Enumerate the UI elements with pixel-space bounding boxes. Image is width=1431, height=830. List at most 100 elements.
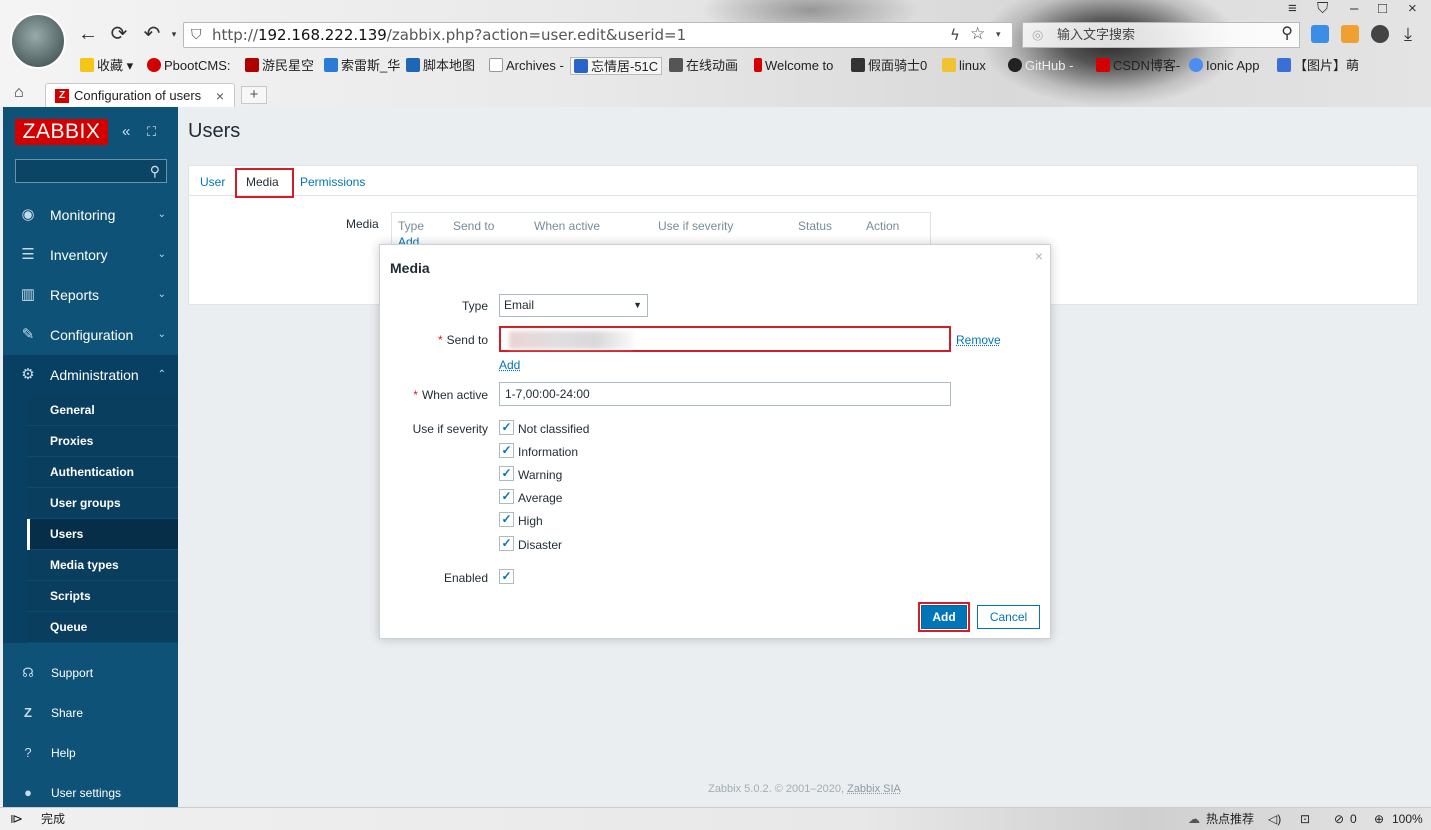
menu-icon[interactable]: ≡: [1288, 0, 1297, 18]
submenu-queue[interactable]: Queue: [27, 612, 178, 643]
enabled-checkbox[interactable]: ✓: [499, 569, 514, 584]
severity-option-label: Not classified: [518, 422, 590, 436]
undo-icon[interactable]: ↶: [140, 22, 164, 46]
browser-tab[interactable]: Z Configuration of users ×: [45, 83, 235, 107]
page-icon: [489, 58, 503, 72]
bookmark-item[interactable]: 【图片】萌: [1277, 57, 1359, 75]
back-icon[interactable]: ←: [76, 22, 100, 46]
zabbix-favicon-icon: Z: [55, 89, 69, 103]
bookmark-item[interactable]: GitHub -: [1008, 57, 1073, 75]
extension-icon[interactable]: [1341, 25, 1359, 43]
home-icon[interactable]: ⌂: [14, 84, 24, 102]
bookmark-favorites[interactable]: 收藏 ▾: [80, 57, 133, 75]
severity-warning-checkbox[interactable]: ✓: [499, 466, 514, 481]
bookmark-item[interactable]: linux: [942, 57, 986, 75]
screenshot-icon[interactable]: ⊡: [1300, 808, 1310, 830]
submenu-media-types[interactable]: Media types: [27, 550, 178, 581]
list-icon: ☰: [21, 246, 35, 263]
menu-reports[interactable]: ▥ Reports ⌄: [3, 275, 178, 315]
menu-help[interactable]: ? Help: [3, 733, 178, 773]
add-button[interactable]: Add: [921, 605, 967, 629]
zabbix-sia-link[interactable]: Zabbix SIA: [847, 783, 901, 795]
hot-news-link[interactable]: 热点推荐: [1206, 808, 1254, 830]
submenu-users[interactable]: Users: [27, 519, 178, 550]
severity-not-classified-checkbox[interactable]: ✓: [499, 420, 514, 435]
bookmark-item[interactable]: 忘情居-51C: [570, 57, 663, 75]
submenu-scripts[interactable]: Scripts: [27, 581, 178, 612]
submenu-authentication[interactable]: Authentication: [27, 457, 178, 488]
menu-support[interactable]: ☊ Support: [3, 653, 178, 693]
menu-label: Share: [51, 706, 84, 720]
menu-label: Configuration: [50, 327, 134, 343]
bookmark-item[interactable]: 游民星空: [245, 57, 314, 75]
address-bar[interactable]: ⛉ http://192.168.222.139/zabbix.php?acti…: [183, 22, 1013, 48]
collapse-sidebar-icon[interactable]: «: [122, 123, 130, 140]
kiosk-mode-icon[interactable]: ⛶: [147, 124, 156, 140]
shield-icon: ⛉: [191, 27, 202, 43]
bookmark-favicon: [574, 59, 588, 73]
bookmark-item[interactable]: CSDN博客-: [1096, 57, 1180, 75]
column-header: When active: [534, 219, 601, 233]
close-icon[interactable]: ×: [1035, 248, 1043, 264]
url-scheme: http://: [212, 26, 258, 44]
bookmark-item[interactable]: 假面骑士0: [851, 57, 927, 75]
tab-title: Configuration of users: [74, 88, 202, 103]
minimize-icon[interactable]: –: [1350, 0, 1358, 18]
zoom-icon[interactable]: ⊕: [1374, 808, 1384, 830]
zoom-level[interactable]: 100%: [1392, 808, 1423, 830]
tab-user[interactable]: User: [200, 175, 225, 189]
close-tab-icon[interactable]: ×: [216, 84, 224, 107]
menu-dots-icon[interactable]: [1371, 25, 1389, 43]
bookmark-item[interactable]: Archives -: [489, 57, 564, 75]
type-select[interactable]: Email ▼: [499, 294, 648, 317]
add-send-to-link[interactable]: Add: [499, 358, 520, 372]
menu-monitoring[interactable]: ◉ Monitoring ⌄: [3, 195, 178, 235]
search-engine-icon: ◎: [1032, 27, 1044, 42]
menu-configuration[interactable]: ✎ Configuration ⌄: [3, 315, 178, 355]
sound-icon[interactable]: ◁): [1268, 808, 1281, 830]
severity-disaster-checkbox[interactable]: ✓: [499, 536, 514, 551]
star-icon: [80, 58, 94, 72]
bookmark-item[interactable]: 索雷斯_华: [324, 57, 400, 75]
menu-share[interactable]: Z Share: [3, 693, 178, 733]
bookmark-item[interactable]: PbootCMS:: [147, 57, 230, 75]
menu-inventory[interactable]: ☰ Inventory ⌄: [3, 235, 178, 275]
bookmark-item[interactable]: 在线动画: [669, 57, 738, 75]
maximize-icon[interactable]: □: [1378, 0, 1387, 18]
search-input[interactable]: ◎ 输入文字搜索 ⚲: [1022, 22, 1300, 48]
search-icon[interactable]: ⚲: [150, 163, 160, 179]
download-icon[interactable]: ⤓: [1404, 24, 1412, 45]
skin-icon[interactable]: ⛉: [1317, 0, 1328, 18]
sidebar-search-input[interactable]: ⚲: [15, 159, 167, 183]
bookmark-item[interactable]: Ionic App: [1189, 57, 1260, 75]
severity-average-checkbox[interactable]: ✓: [499, 489, 514, 504]
bookmark-label: 忘情居-51C: [591, 59, 659, 74]
chevron-down-icon[interactable]: ▾: [996, 23, 1001, 47]
send-to-input[interactable]: [499, 326, 951, 352]
close-window-icon[interactable]: ×: [1408, 0, 1417, 18]
submenu-proxies[interactable]: Proxies: [27, 426, 178, 457]
severity-information-checkbox[interactable]: ✓: [499, 443, 514, 458]
cancel-button[interactable]: Cancel: [977, 605, 1040, 629]
submenu-general[interactable]: General: [27, 395, 178, 426]
severity-high-checkbox[interactable]: ✓: [499, 512, 514, 527]
zabbix-logo[interactable]: ZABBIX: [15, 119, 108, 145]
new-tab-button[interactable]: +: [241, 86, 267, 104]
sidebar-toggle-icon[interactable]: ⧐: [10, 808, 23, 830]
remove-link[interactable]: Remove: [956, 333, 1001, 347]
search-icon[interactable]: ⚲: [1281, 22, 1293, 46]
star-icon[interactable]: ☆: [970, 22, 985, 46]
bookmark-item[interactable]: 脚本地图: [406, 57, 475, 75]
media-field-label: Media: [346, 217, 379, 231]
tab-permissions[interactable]: Permissions: [300, 175, 365, 189]
translate-icon[interactable]: [1311, 25, 1329, 43]
dropdown-arrow-icon: ▼: [633, 300, 642, 310]
user-avatar[interactable]: [10, 13, 66, 69]
bookmark-item[interactable]: Welcome to: [754, 57, 833, 75]
menu-administration[interactable]: ⚙ Administration ⌃: [3, 355, 178, 395]
refresh-icon[interactable]: ⟳: [107, 22, 131, 46]
submenu-user-groups[interactable]: User groups: [27, 488, 178, 519]
when-active-input[interactable]: 1-7,00:00-24:00: [499, 382, 951, 406]
adblock-icon[interactable]: ⊘: [1334, 808, 1344, 830]
lightning-icon[interactable]: ϟ: [950, 23, 960, 47]
